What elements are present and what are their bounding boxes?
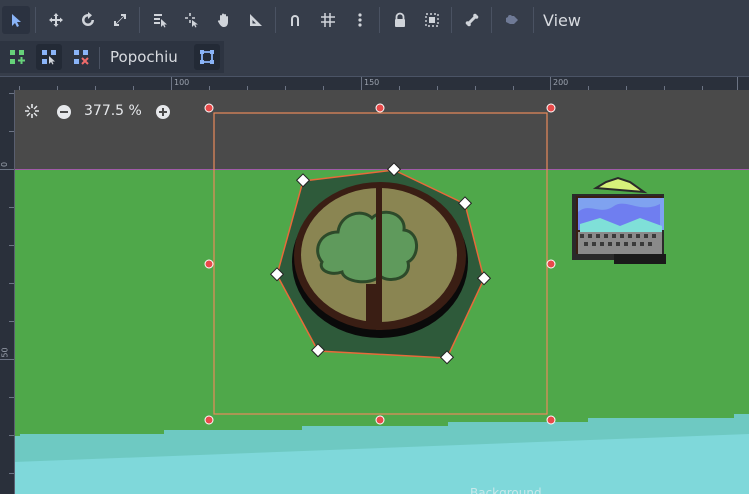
rotate-icon xyxy=(82,12,94,26)
more-vertical-icon xyxy=(358,13,362,27)
hand-icon xyxy=(217,13,228,27)
ruler-ticks xyxy=(0,93,14,474)
zoom-level[interactable]: 377.5 % xyxy=(84,103,142,119)
lock-button[interactable] xyxy=(386,6,414,34)
tree-emblem xyxy=(292,182,468,338)
list-select-tool-button[interactable] xyxy=(146,6,174,34)
pan-tool-button[interactable] xyxy=(210,6,238,34)
ruler-label: 200 xyxy=(553,78,569,87)
add-point-button[interactable] xyxy=(4,44,30,70)
toolbar-separator xyxy=(139,7,140,33)
scale-tool-button[interactable] xyxy=(106,6,134,34)
camera-icon xyxy=(506,15,518,24)
grid-icon xyxy=(321,13,335,27)
toolbar-separator xyxy=(99,47,100,69)
editor-toolbar: View xyxy=(0,0,749,41)
zoom-in-button[interactable] xyxy=(155,104,171,120)
pivot-tool-button[interactable] xyxy=(178,6,206,34)
move-tool-button[interactable] xyxy=(42,6,70,34)
scale-icon xyxy=(114,14,126,26)
toolbar-separator xyxy=(275,7,276,33)
ruler-label: 0 xyxy=(0,161,10,168)
edit-point-icon xyxy=(42,50,56,65)
ruler-tool-button[interactable] xyxy=(242,6,270,34)
snap-options-menu[interactable] xyxy=(346,6,374,34)
polygon-icon xyxy=(200,50,214,64)
canvas-viewport[interactable]: Background xyxy=(14,90,749,494)
scene-canvas: Background xyxy=(14,90,749,494)
toolbar-separator xyxy=(451,7,452,33)
ruler-icon xyxy=(250,14,262,26)
group-icon xyxy=(425,13,439,27)
pivot-icon xyxy=(185,13,198,28)
cursor-arrow-icon xyxy=(12,14,21,27)
zoom-out-button[interactable] xyxy=(56,104,72,120)
smart-snap-toggle[interactable] xyxy=(282,6,310,34)
toolbar-separator xyxy=(533,7,534,33)
plus-circle-icon xyxy=(156,105,170,119)
delete-point-icon xyxy=(74,50,89,65)
rotate-tool-button[interactable] xyxy=(74,6,102,34)
camera-override-button[interactable] xyxy=(498,6,526,34)
zoom-reset-icon xyxy=(25,104,39,118)
toolbar-separator xyxy=(379,7,380,33)
vertical-ruler[interactable]: 0 50 xyxy=(0,90,14,494)
lock-icon xyxy=(395,12,405,27)
bone-icon xyxy=(465,13,479,27)
minus-circle-icon xyxy=(57,105,71,119)
popochiu-plugin-label: Popochiu xyxy=(110,48,178,66)
list-select-icon xyxy=(154,14,167,28)
background-label: Background xyxy=(470,486,542,494)
polygon-edit-button[interactable] xyxy=(194,44,220,70)
edit-point-button[interactable] xyxy=(36,44,62,70)
magnet-icon xyxy=(291,15,299,26)
ruler-label: 150 xyxy=(364,78,380,87)
skeleton-button[interactable] xyxy=(458,6,486,34)
move-arrows-icon xyxy=(49,13,63,27)
zoom-reset-button[interactable] xyxy=(24,103,40,119)
grid-snap-toggle[interactable] xyxy=(314,6,342,34)
horizontal-ruler[interactable]: 100 150 200 xyxy=(0,76,749,91)
ruler-label: 100 xyxy=(174,78,190,87)
delete-point-button[interactable] xyxy=(68,44,94,70)
view-menu[interactable]: View xyxy=(543,11,581,30)
group-button[interactable] xyxy=(418,6,446,34)
ruler-label: 50 xyxy=(0,347,10,358)
toolbar-separator xyxy=(35,7,36,33)
toolbar-separator xyxy=(491,7,492,33)
select-tool-button[interactable] xyxy=(2,6,30,34)
add-point-icon xyxy=(10,50,25,64)
plugin-toolbar: Popochiu xyxy=(0,41,224,73)
sky-area xyxy=(14,90,749,170)
